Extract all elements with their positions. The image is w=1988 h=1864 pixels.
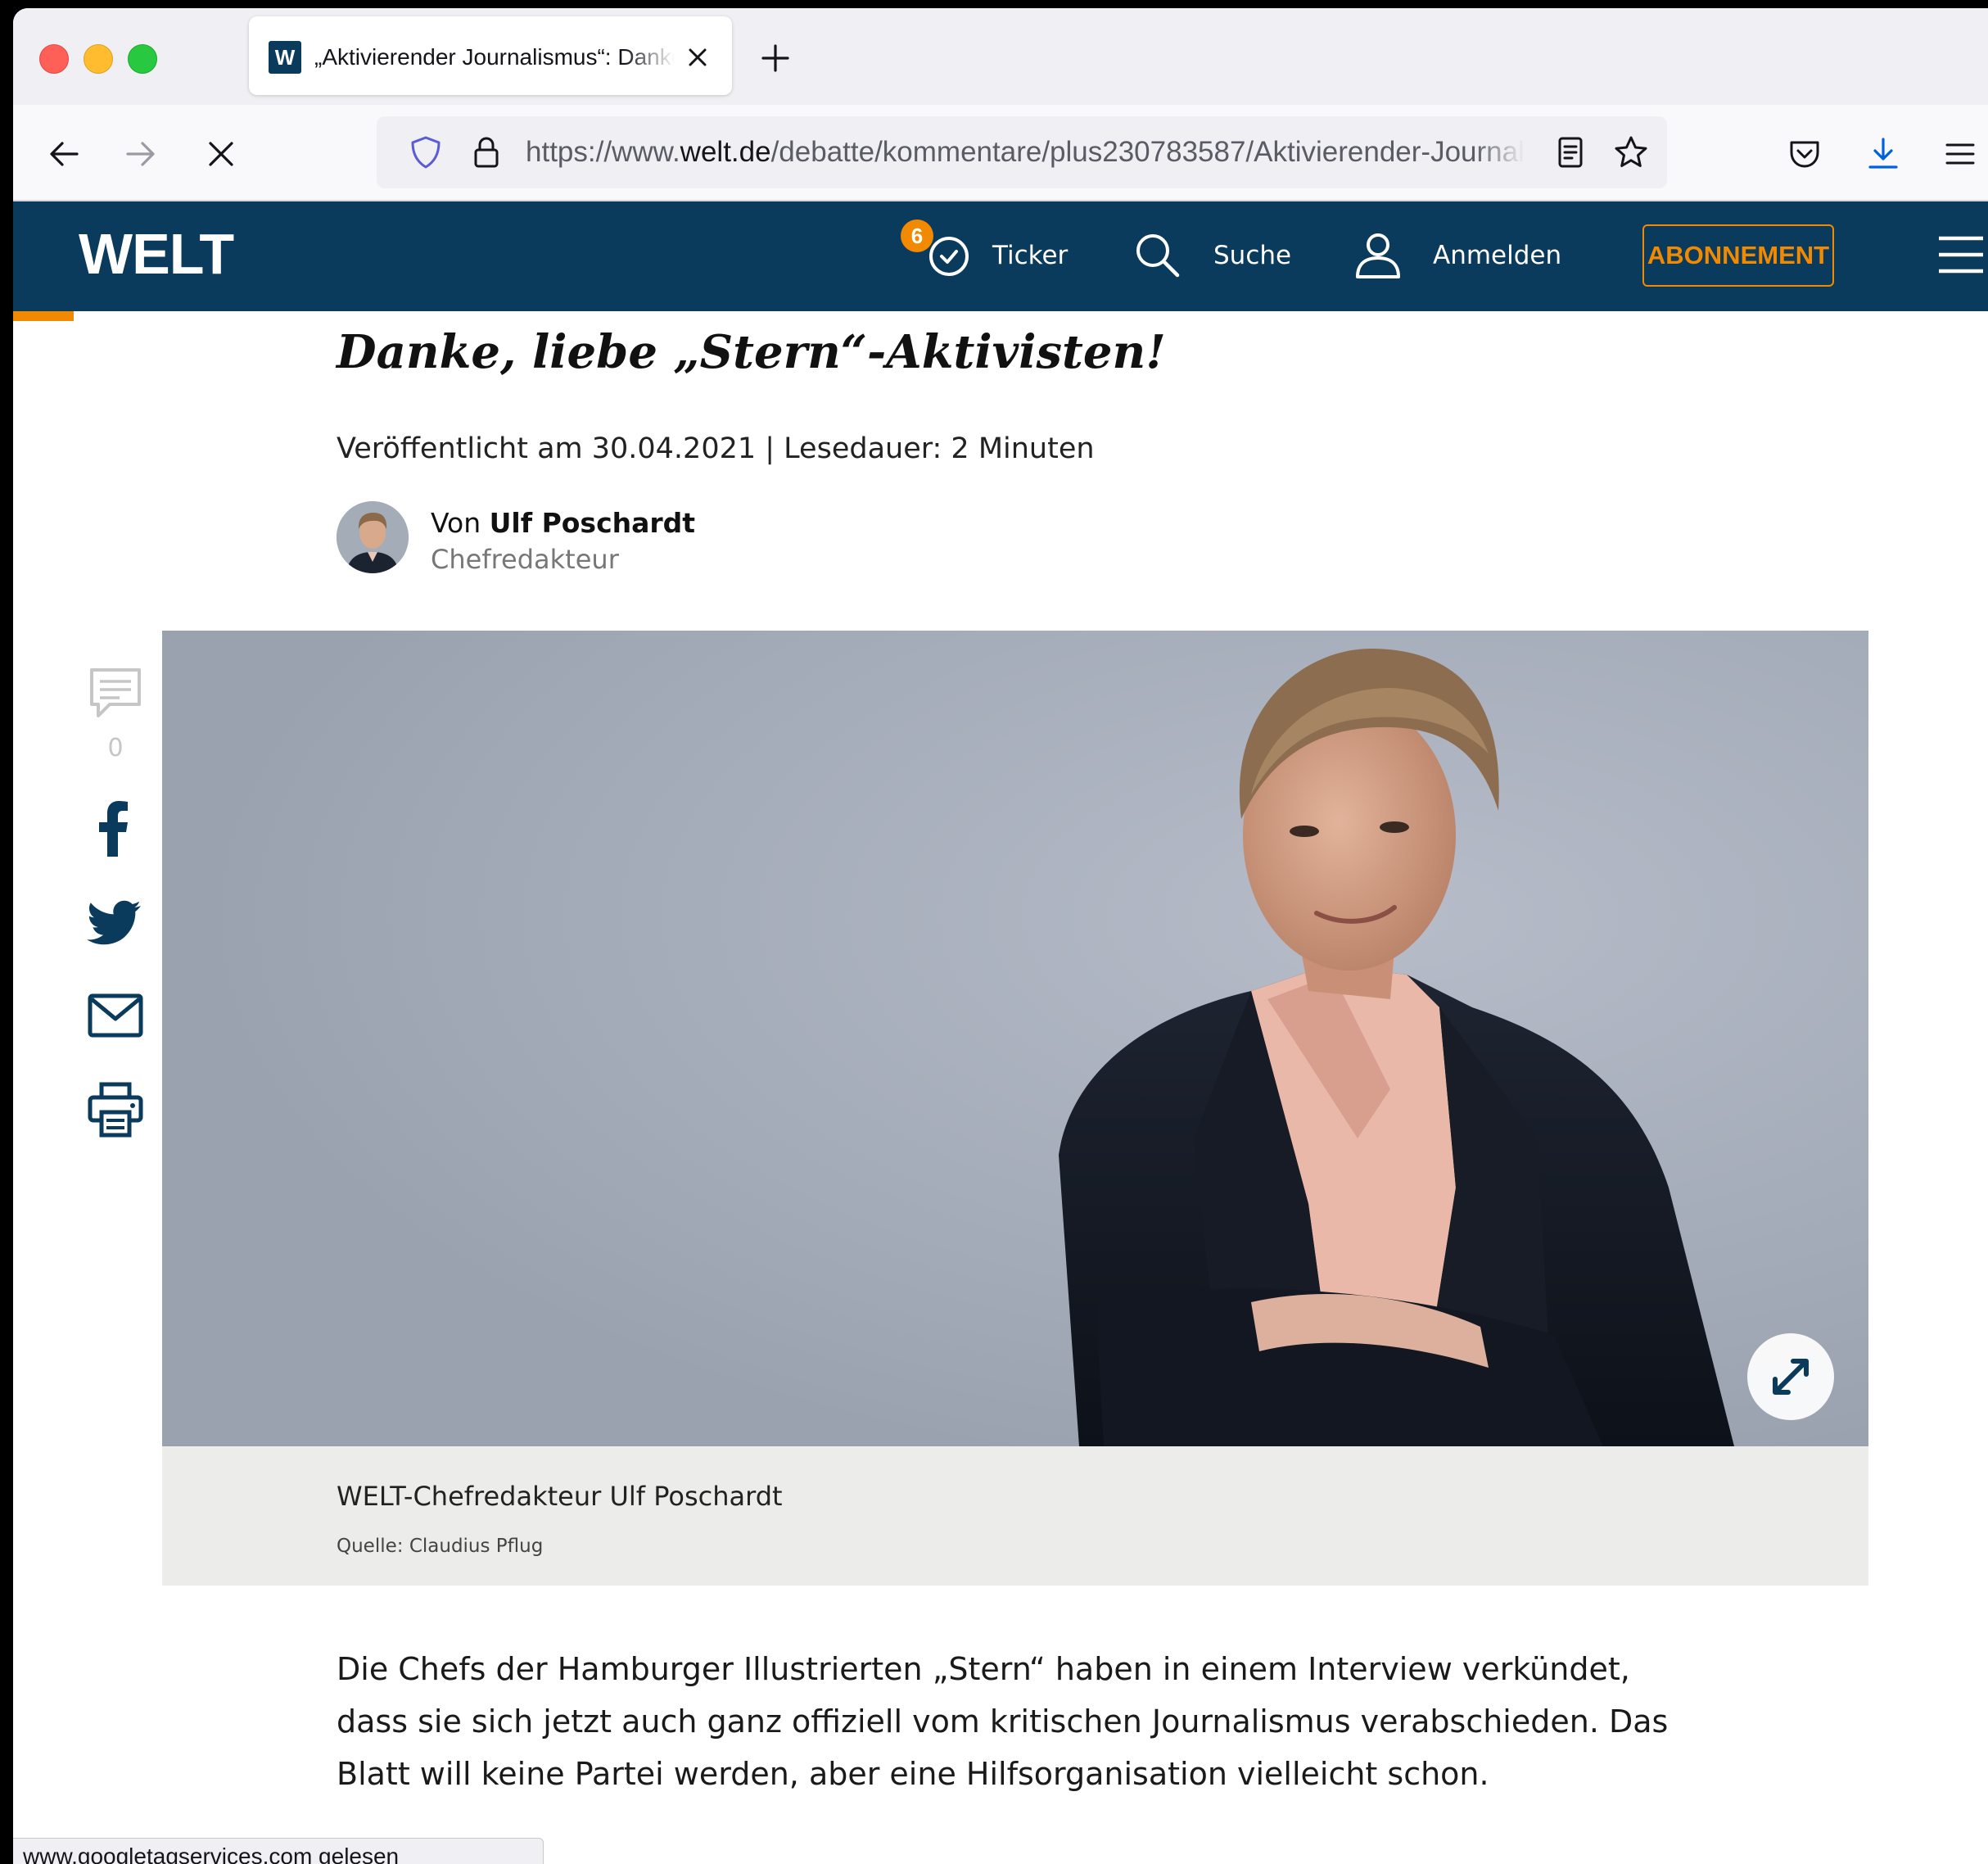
image-caption: WELT-Chefredakteur Ulf Poschardt: [337, 1481, 783, 1512]
email-share-icon[interactable]: [87, 988, 144, 1045]
image-credit: Quelle: Claudius Pflug: [337, 1536, 544, 1557]
back-arrow-icon[interactable]: [46, 136, 82, 172]
search-link[interactable]: Suche: [1213, 231, 1291, 280]
navigation-toolbar: https://www.welt.de/debatte/kommentare/p…: [13, 105, 1988, 201]
pocket-icon[interactable]: [1787, 136, 1823, 172]
comment-count: 0: [107, 734, 124, 762]
comments-icon[interactable]: [87, 665, 144, 722]
ticker-link[interactable]: Ticker: [992, 231, 1068, 280]
site-menu-hamburger-icon[interactable]: [1937, 234, 1983, 275]
author-portrait-icon: [337, 501, 409, 573]
welt-favicon-icon: W: [269, 41, 301, 74]
article-intro-paragraph: Die Chefs der Hamburger Illustrierten „S…: [337, 1651, 1669, 1792]
app-menu-icon[interactable]: [1942, 136, 1978, 172]
stop-loading-icon[interactable]: [203, 136, 239, 172]
new-tab-plus-icon[interactable]: [757, 39, 794, 77]
close-icon[interactable]: [681, 41, 714, 74]
author-role: Chefredakteur: [431, 544, 619, 575]
expand-arrows-icon: [1773, 1359, 1809, 1395]
status-bar: www.googletagservices.com gelesen: [13, 1838, 544, 1864]
subscription-button[interactable]: ABONNEMENT: [1642, 224, 1834, 287]
author-byline: Von Ulf Poschardt: [431, 507, 696, 539]
facebook-icon[interactable]: [87, 799, 144, 857]
browser-window: W „Aktivierender Journalismus“: Danke, l…: [13, 8, 1988, 1864]
forward-arrow-icon[interactable]: [123, 136, 159, 172]
tracking-shield-icon[interactable]: [408, 134, 444, 170]
tab-strip: W „Aktivierender Journalismus“: Danke, l…: [13, 8, 1988, 105]
download-icon[interactable]: [1865, 136, 1901, 172]
article-headline: Danke, liebe „Stern“-Aktivisten!: [337, 325, 1166, 379]
print-icon[interactable]: [87, 1081, 144, 1138]
author-avatar[interactable]: [337, 501, 409, 573]
search-icon[interactable]: [1132, 229, 1182, 280]
portrait-photo-illustration: [162, 631, 1868, 1446]
welt-site-header: WELT 6 Ticker Suche Anmelden ABONNEMENT: [13, 201, 1988, 311]
reader-view-icon[interactable]: [1552, 134, 1588, 170]
window-maximize-button[interactable]: [128, 44, 157, 74]
twitter-icon[interactable]: [87, 894, 144, 952]
url-text[interactable]: https://www.welt.de/debatte/kommentare/p…: [526, 133, 1525, 172]
login-link[interactable]: Anmelden: [1433, 231, 1561, 280]
bookmark-star-icon[interactable]: [1613, 134, 1649, 170]
browser-tab-active[interactable]: W „Aktivierender Journalismus“: Danke, l…: [249, 16, 732, 95]
url-bar[interactable]: https://www.welt.de/debatte/kommentare/p…: [377, 116, 1667, 188]
window-close-button[interactable]: [39, 44, 69, 74]
image-caption-box: WELT-Chefredakteur Ulf Poschardt Quelle:…: [162, 1446, 1868, 1586]
welt-logo[interactable]: WELT: [79, 221, 234, 287]
lock-icon[interactable]: [468, 134, 504, 170]
ticker-count-badge: 6: [901, 219, 933, 252]
expand-image-button[interactable]: [1747, 1333, 1834, 1420]
tab-title: „Aktivierender Journalismus“: Danke, lie…: [314, 44, 675, 70]
user-account-icon[interactable]: [1353, 229, 1403, 280]
article-meta: Veröffentlicht am 30.04.2021 | Lesedauer…: [337, 432, 1095, 465]
reading-progress-bar: [13, 311, 74, 321]
author-name-link[interactable]: Ulf Poschardt: [490, 507, 695, 539]
article-hero-image[interactable]: [162, 631, 1868, 1446]
window-minimize-button[interactable]: [84, 44, 113, 74]
